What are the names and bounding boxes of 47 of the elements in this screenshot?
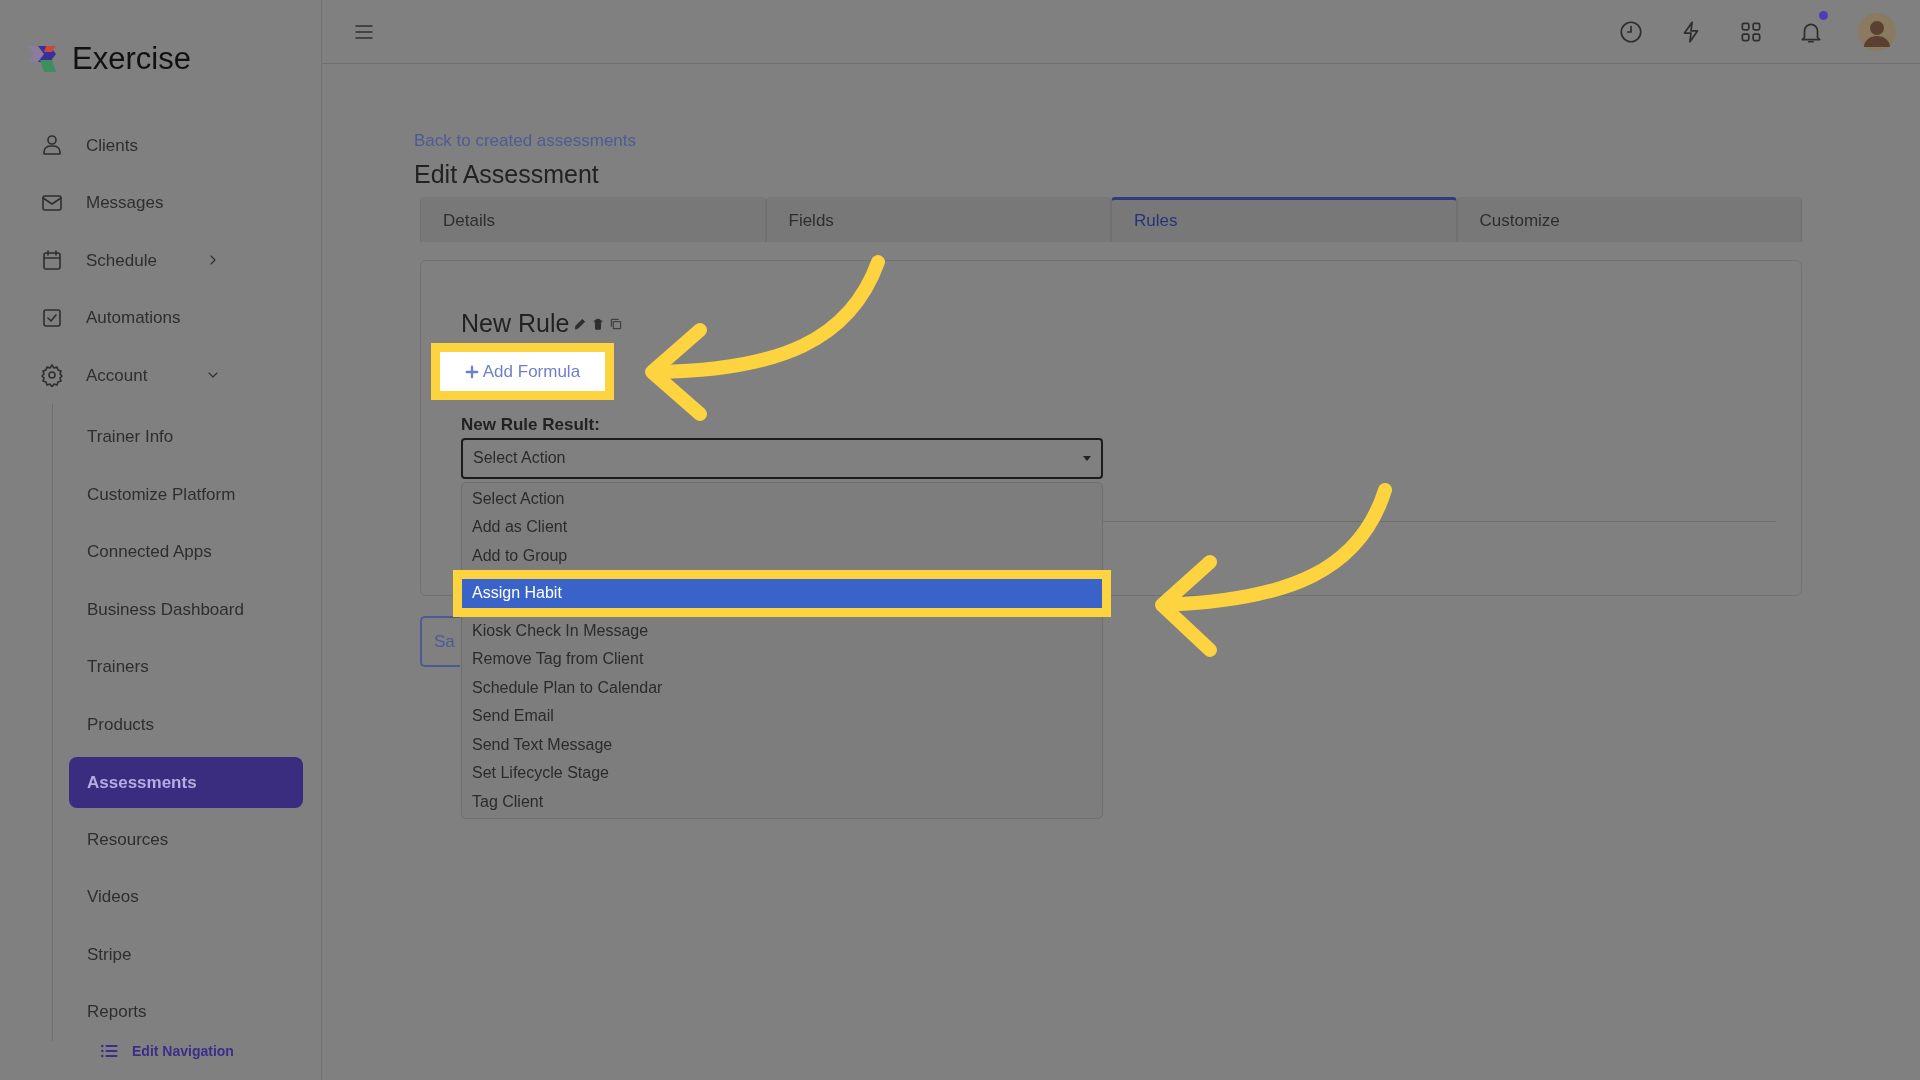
calendar-icon bbox=[40, 248, 64, 273]
edit-navigation-link[interactable]: Edit Navigation bbox=[132, 1040, 234, 1062]
add-formula-button[interactable]: Add Formula bbox=[431, 342, 615, 400]
sidebar-item[interactable]: Customize Platform bbox=[53, 465, 236, 524]
dropdown-option[interactable]: Add as Client bbox=[462, 513, 1102, 542]
trash-icon[interactable] bbox=[591, 316, 606, 331]
rule-name: New Rule bbox=[461, 308, 570, 339]
pencil-icon[interactable] bbox=[573, 316, 588, 331]
avatar[interactable] bbox=[1858, 12, 1896, 51]
sidebar-item[interactable]: Products bbox=[53, 695, 155, 754]
tab[interactable]: Details bbox=[420, 197, 766, 242]
tab[interactable]: Customize bbox=[1456, 197, 1802, 242]
sidebar-item[interactable]: Connected Apps bbox=[53, 523, 212, 581]
sidebar-item[interactable]: Assessments bbox=[69, 756, 303, 808]
sidebar-item[interactable]: Reports bbox=[53, 983, 147, 1041]
dropdown-option[interactable]: Remove Tag from Client bbox=[462, 645, 1102, 674]
dropdown-option[interactable]: Kiosk Check In Message bbox=[462, 616, 1102, 645]
dropdown-option[interactable]: Send Email bbox=[462, 702, 1102, 731]
tab[interactable]: Fields bbox=[765, 197, 1111, 242]
dropdown-option[interactable]: Schedule Plan to Calendar bbox=[462, 673, 1102, 702]
field-label: New Rule Result: bbox=[461, 414, 601, 436]
sidebar-item[interactable]: Business Dashboard bbox=[53, 580, 244, 639]
sidebar-item[interactable]: Automations bbox=[86, 305, 221, 331]
plus-icon bbox=[465, 365, 479, 379]
sidebar-item[interactable]: Videos bbox=[53, 868, 139, 926]
page-title: Edit Assessment bbox=[414, 158, 600, 190]
sidebar-item[interactable]: Stripe bbox=[53, 925, 132, 984]
sidebar-item[interactable]: Schedule bbox=[86, 247, 205, 273]
copy-icon[interactable] bbox=[609, 316, 624, 331]
dropdown-option[interactable]: Select Action bbox=[462, 484, 1102, 513]
sidebar-item[interactable]: Trainers bbox=[53, 638, 149, 696]
app-name: Exercise bbox=[72, 40, 191, 78]
dropdown-option[interactable]: Send Text Message bbox=[462, 730, 1102, 759]
sidebar-item[interactable]: Clients bbox=[86, 132, 221, 158]
settings-icon bbox=[40, 363, 64, 388]
action-select[interactable]: Select Action bbox=[461, 437, 1103, 479]
dropdown-option[interactable]: Add to Group bbox=[462, 541, 1102, 570]
sidebar-item[interactable]: Resources bbox=[53, 810, 169, 869]
sidebar-item[interactable]: Messages bbox=[86, 190, 221, 216]
dropdown-option[interactable]: Tag Client bbox=[462, 787, 1102, 816]
person-icon bbox=[40, 133, 64, 158]
sidebar-item[interactable]: Account bbox=[86, 362, 205, 388]
sidebar-item[interactable]: Trainer Info bbox=[53, 408, 174, 466]
tab[interactable]: Rules bbox=[1111, 197, 1457, 242]
clock-icon[interactable] bbox=[1618, 18, 1644, 45]
dropdown-option[interactable]: Set Lifecycle Stage bbox=[462, 759, 1102, 788]
caret-icon bbox=[1083, 456, 1091, 462]
